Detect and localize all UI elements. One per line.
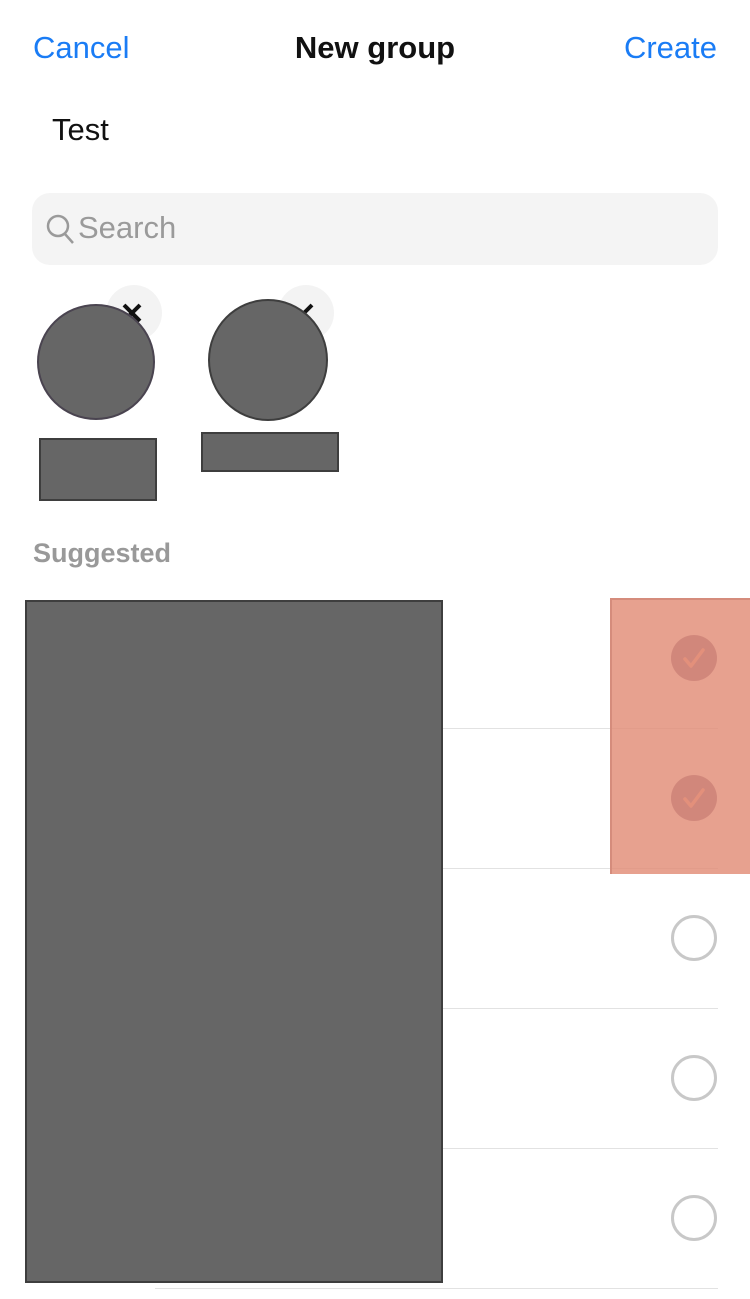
search-icon [46,214,74,244]
divider [155,1288,718,1289]
avatar [208,299,328,421]
member-name [201,432,339,472]
search-placeholder: Search [78,210,177,245]
create-button[interactable]: Create [624,30,717,66]
select-checkbox[interactable] [671,915,717,961]
suggested-header: Suggested [33,538,172,568]
avatar [37,304,155,420]
select-checkbox[interactable] [671,1195,717,1241]
suggested-contacts-redacted [25,600,443,1283]
group-name-input[interactable]: Test [52,112,109,148]
select-checkbox[interactable] [671,1055,717,1101]
search-input[interactable]: Search [32,193,718,265]
member-name [39,438,157,501]
highlight-overlay [610,598,750,874]
